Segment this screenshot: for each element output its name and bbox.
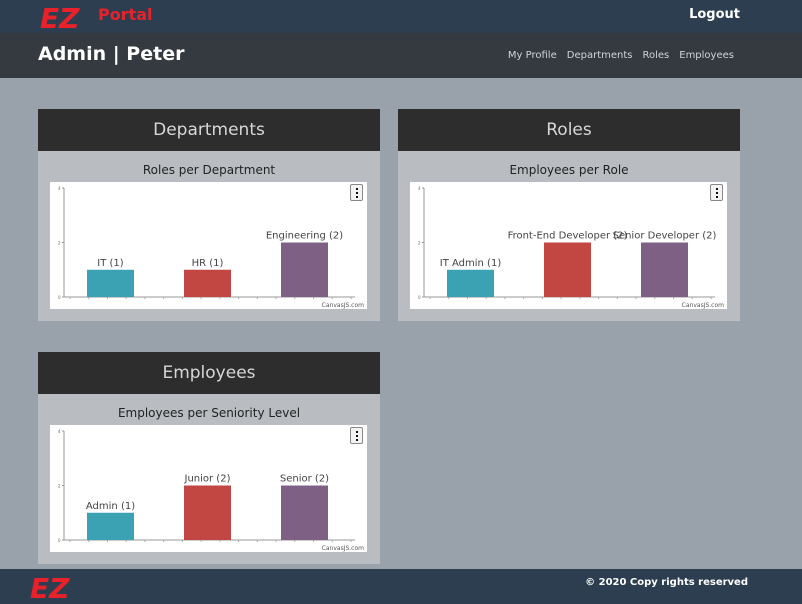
y-tick-label: 2 [58, 241, 61, 246]
chart-credit[interactable]: CanvasJS.com [682, 302, 724, 309]
nav-roles[interactable]: Roles [642, 50, 669, 61]
bar[interactable] [87, 512, 134, 540]
chart-title: Roles per Department [142, 163, 276, 177]
bar-label: IT Admin (1) [440, 258, 502, 269]
y-tick-label: 2 [418, 241, 421, 246]
bar[interactable] [87, 269, 134, 297]
bar[interactable] [641, 242, 688, 298]
chart-menu-button[interactable] [350, 184, 363, 201]
bar-label: Senior (2) [280, 474, 329, 485]
bar-chart: 0 2 4 Admin (1) Junior (2) Senior (2) CanvasJS… [58, 429, 364, 552]
bar-label: Senior Developer (2) [613, 231, 717, 242]
card-header: Employees [38, 352, 380, 394]
chart-menu-button[interactable] [710, 184, 723, 201]
bar[interactable] [281, 242, 328, 298]
y-tick-label: 0 [418, 295, 421, 300]
copyright-text: © 2020 Copy rights reserved [585, 577, 748, 588]
y-tick-label: 4 [58, 429, 61, 434]
chart-credit[interactable]: CanvasJS.com [322, 545, 364, 552]
y-tick-label: 0 [58, 295, 61, 300]
ez-footer-logo: EZ [30, 572, 70, 601]
roles-card: Roles Employees per Role 0 2 4 IT Admin (1)… [398, 109, 740, 321]
nav-my-profile[interactable]: My Profile [508, 50, 557, 61]
chart-container: 0 2 4 Admin (1) Junior (2) Senior (2) CanvasJS… [50, 425, 367, 552]
y-tick-label: 4 [418, 186, 421, 191]
chart-credit[interactable]: CanvasJS.com [322, 302, 364, 309]
nav-employees[interactable]: Employees [679, 50, 734, 61]
footer-logo-mark: EZ [30, 572, 70, 601]
nav-departments[interactable]: Departments [567, 50, 633, 61]
chart-container: 0 2 4 IT (1) HR (1) Engineering (2) CanvasJS.c… [50, 182, 367, 309]
bar[interactable] [281, 485, 328, 541]
bar[interactable] [544, 242, 591, 298]
bar[interactable] [184, 269, 231, 297]
bar[interactable] [184, 485, 231, 541]
logout-link[interactable]: Logout [689, 7, 740, 22]
ez-portal-logo[interactable]: EZ Portal [38, 2, 178, 32]
departments-card: Departments Roles per Department 0 2 4 IT (… [38, 109, 380, 321]
bar[interactable] [447, 269, 494, 297]
bar-chart: 0 2 4 IT (1) HR (1) Engineering (2) CanvasJS.c… [58, 186, 364, 309]
footer: EZ © 2020 Copy rights reserved [0, 569, 802, 604]
logo-text: Portal [98, 5, 153, 24]
y-tick-label: 2 [58, 484, 61, 489]
top-navbar: EZ Portal Logout [0, 0, 802, 33]
card-header: Departments [38, 109, 380, 151]
y-tick-label: 0 [58, 538, 61, 543]
chart-title: Employees per Role [509, 163, 629, 177]
bar-label: HR (1) [192, 258, 224, 269]
main-nav: My Profile Departments Roles Employees [508, 50, 734, 61]
bar-label: Junior (2) [184, 474, 231, 485]
chart-container: 0 2 4 IT Admin (1) Front-End Developer (2) Se… [410, 182, 727, 309]
page-header: Admin | Peter My Profile Departments Rol… [0, 33, 802, 78]
logo-mark: EZ [40, 2, 80, 32]
card-header: Roles [398, 109, 740, 151]
bar-label: Engineering (2) [266, 231, 343, 242]
employees-card: Employees Employees per Seniority Level … [38, 352, 380, 564]
chart-title: Employees per Seniority Level [117, 406, 301, 420]
bar-label: Front-End Developer (2) [508, 231, 628, 242]
bar-label: Admin (1) [86, 501, 135, 512]
bar-chart: 0 2 4 IT Admin (1) Front-End Developer (2)Se… [418, 186, 724, 309]
y-tick-label: 4 [58, 186, 61, 191]
chart-menu-button[interactable] [350, 427, 363, 444]
bar-label: IT (1) [97, 258, 124, 269]
page-title: Admin | Peter [38, 43, 185, 65]
